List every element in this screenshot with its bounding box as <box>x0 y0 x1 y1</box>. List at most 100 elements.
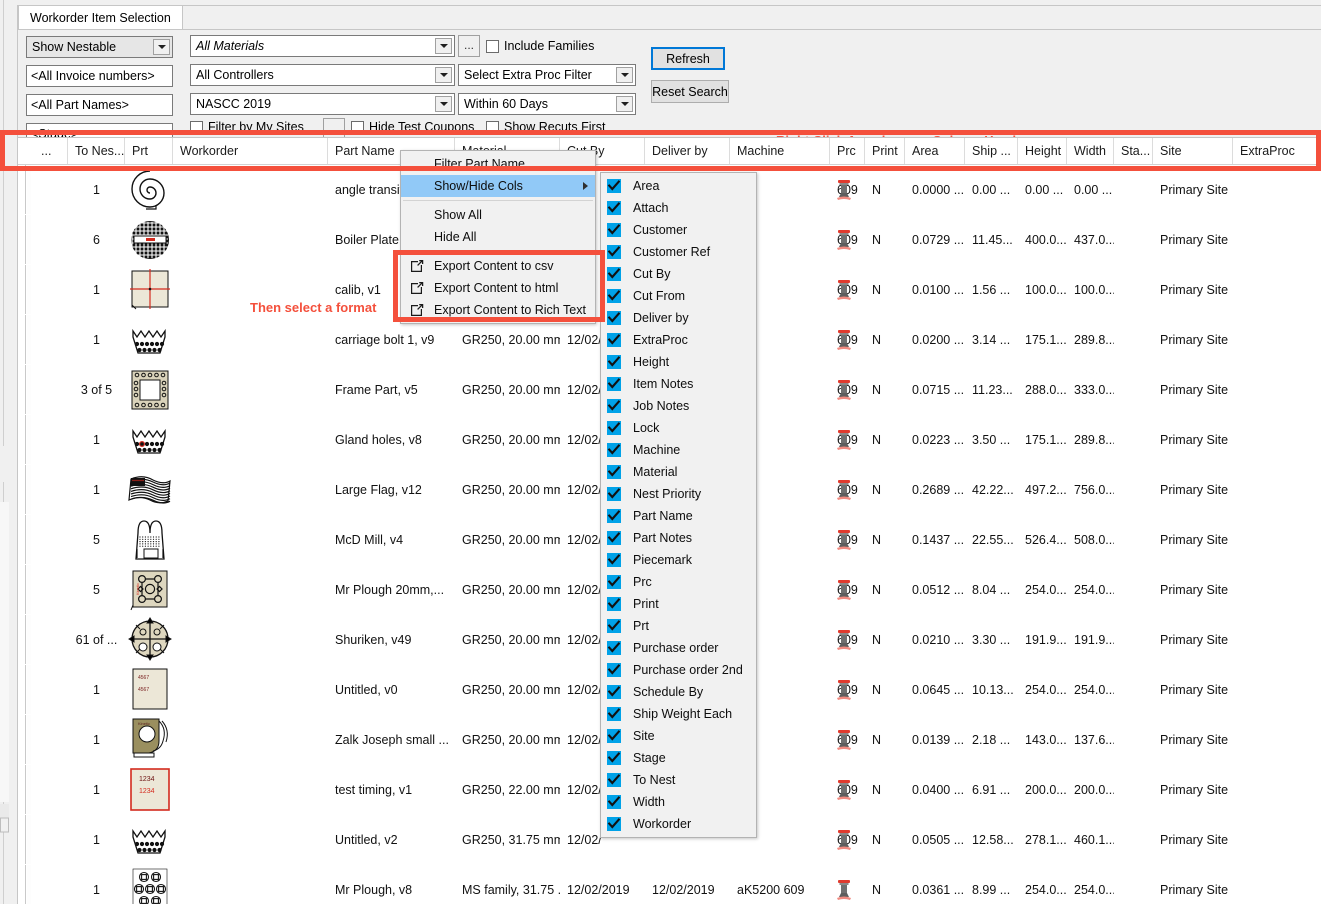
column-toggle-print[interactable]: Print <box>601 593 756 615</box>
menu-item-show-hide-cols[interactable]: Show/Hide Cols <box>401 175 595 197</box>
checkmark-icon[interactable] <box>607 223 621 237</box>
refresh-button[interactable]: Refresh <box>651 47 725 70</box>
column-toggle-material[interactable]: Material <box>601 461 756 483</box>
menu-item-filter-part-name[interactable]: Filter Part Name <box>401 153 595 175</box>
column-header-print[interactable]: Print <box>865 138 905 164</box>
chevron-down-icon[interactable] <box>435 96 452 112</box>
checkmark-icon[interactable] <box>607 597 621 611</box>
job-combo[interactable]: NASCC 2019 <box>190 93 455 115</box>
column-toggle-part-notes[interactable]: Part Notes <box>601 527 756 549</box>
column-toggle-to-nest[interactable]: To Nest <box>601 769 756 791</box>
part-names-input[interactable]: <All Part Names> <box>26 94 173 116</box>
materials-browse-button[interactable]: ... <box>458 35 480 57</box>
checkmark-icon[interactable] <box>607 201 621 215</box>
column-toggle-ship-weight-each[interactable]: Ship Weight Each <box>601 703 756 725</box>
menu-item-export-content-to-rich-text[interactable]: Export Content to Rich Text <box>401 299 595 321</box>
column-header-to-nes[interactable]: To Nes... <box>68 138 125 164</box>
column-header-workorder[interactable]: Workorder <box>173 138 328 164</box>
checkmark-icon[interactable] <box>607 509 621 523</box>
column-toggle-stage[interactable]: Stage <box>601 747 756 769</box>
column-toggle-job-notes[interactable]: Job Notes <box>601 395 756 417</box>
column-toggle-prc[interactable]: Prc <box>601 571 756 593</box>
checkmark-icon[interactable] <box>607 707 621 721</box>
controllers-combo[interactable]: All Controllers <box>190 64 455 86</box>
checkmark-icon[interactable] <box>607 377 621 391</box>
show-nestable-combo[interactable]: Show Nestable <box>26 36 173 58</box>
column-toggle-purchase-order[interactable]: Purchase order <box>601 637 756 659</box>
extra-proc-filter-combo[interactable]: Select Extra Proc Filter <box>458 64 636 86</box>
chevron-down-icon[interactable] <box>153 39 170 55</box>
column-header-width[interactable]: Width <box>1067 138 1114 164</box>
column-header-ship[interactable]: Ship ... <box>965 138 1018 164</box>
column-header-[interactable]: ... <box>34 138 68 164</box>
invoice-numbers-input[interactable]: <All Invoice numbers> <box>26 65 173 87</box>
left-scrollbar[interactable] <box>0 446 10 866</box>
checkmark-icon[interactable] <box>607 795 621 809</box>
column-toggle-area[interactable]: Area <box>601 175 756 197</box>
checkmark-icon[interactable] <box>607 773 621 787</box>
column-toggle-customer[interactable]: Customer <box>601 219 756 241</box>
checkmark-icon[interactable] <box>607 729 621 743</box>
checkmark-icon[interactable] <box>607 685 621 699</box>
column-toggle-part-name[interactable]: Part Name <box>601 505 756 527</box>
column-toggle-prt[interactable]: Prt <box>601 615 756 637</box>
column-header-sta[interactable]: Sta... <box>1114 138 1153 164</box>
reset-search-button[interactable]: Reset Search <box>651 80 729 103</box>
checkmark-icon[interactable] <box>607 289 621 303</box>
table-row[interactable]: 1 Mr Plough, v8 MS family, 31.75 ... 12/02… <box>18 865 1321 904</box>
checkmark-icon[interactable] <box>607 531 621 545</box>
checkmark-icon[interactable] <box>607 399 621 413</box>
column-toggle-lock[interactable]: Lock <box>601 417 756 439</box>
column-toggle-purchase-order-2nd[interactable]: Purchase order 2nd <box>601 659 756 681</box>
checkmark-icon[interactable] <box>607 421 621 435</box>
checkmark-icon[interactable] <box>607 751 621 765</box>
column-header-height[interactable]: Height <box>1018 138 1067 164</box>
show-recuts-first-checkbox[interactable]: Show Recuts First <box>486 120 605 134</box>
column-header-prc[interactable]: Prc <box>830 138 865 164</box>
checkmark-icon[interactable] <box>607 311 621 325</box>
column-toggle-width[interactable]: Width <box>601 791 756 813</box>
column-header-prt[interactable]: Prt <box>125 138 173 164</box>
chevron-down-icon[interactable] <box>616 96 633 112</box>
column-toggle-customer-ref[interactable]: Customer Ref <box>601 241 756 263</box>
column-header-site[interactable]: Site <box>1153 138 1233 164</box>
column-toggle-machine[interactable]: Machine <box>601 439 756 461</box>
tab-workorder-item-selection[interactable]: Workorder Item Selection <box>18 5 183 29</box>
checkmark-icon[interactable] <box>607 553 621 567</box>
show-hide-cols-submenu[interactable]: Area Attach Customer Customer Ref Cut By Cut … <box>600 172 757 838</box>
column-toggle-attach[interactable]: Attach <box>601 197 756 219</box>
checkmark-icon[interactable] <box>607 355 621 369</box>
column-toggle-workorder[interactable]: Workorder <box>601 813 756 835</box>
checkmark-icon[interactable] <box>607 575 621 589</box>
checkmark-icon[interactable] <box>607 179 621 193</box>
column-header-extraproc[interactable]: ExtraProc <box>1233 138 1321 164</box>
chevron-down-icon[interactable] <box>616 67 633 83</box>
column-toggle-deliver-by[interactable]: Deliver by <box>601 307 756 329</box>
grid-header-row[interactable]: ...To Nes...PrtWorkorderPart NameMateria… <box>18 138 1321 165</box>
column-header-context-menu[interactable]: Filter Part Name Show/Hide Cols Show All Hi… <box>400 150 596 324</box>
menu-item-hide-all[interactable]: Hide All <box>401 226 595 248</box>
checkmark-icon[interactable] <box>607 641 621 655</box>
checkmark-icon[interactable] <box>607 245 621 259</box>
materials-combo[interactable]: All Materials <box>190 35 455 57</box>
menu-item-show-all[interactable]: Show All <box>401 204 595 226</box>
checkmark-icon[interactable] <box>607 267 621 281</box>
column-toggle-nest-priority[interactable]: Nest Priority <box>601 483 756 505</box>
checkmark-icon[interactable] <box>607 333 621 347</box>
checkmark-icon[interactable] <box>607 663 621 677</box>
column-toggle-cut-from[interactable]: Cut From <box>601 285 756 307</box>
column-toggle-site[interactable]: Site <box>601 725 756 747</box>
chevron-down-icon[interactable] <box>435 67 452 83</box>
hide-test-coupons-checkbox[interactable]: Hide Test Coupons <box>351 120 474 134</box>
chevron-down-icon[interactable] <box>435 38 452 54</box>
checkmark-icon[interactable] <box>607 487 621 501</box>
menu-item-export-content-to-html[interactable]: Export Content to html <box>401 277 595 299</box>
within-days-combo[interactable]: Within 60 Days <box>458 93 636 115</box>
include-families-checkbox[interactable]: Include Families <box>486 39 594 53</box>
checkmark-icon[interactable] <box>607 443 621 457</box>
column-toggle-height[interactable]: Height <box>601 351 756 373</box>
column-toggle-piecemark[interactable]: Piecemark <box>601 549 756 571</box>
column-toggle-extraproc[interactable]: ExtraProc <box>601 329 756 351</box>
menu-item-export-content-to-csv[interactable]: Export Content to csv <box>401 255 595 277</box>
column-toggle-item-notes[interactable]: Item Notes <box>601 373 756 395</box>
